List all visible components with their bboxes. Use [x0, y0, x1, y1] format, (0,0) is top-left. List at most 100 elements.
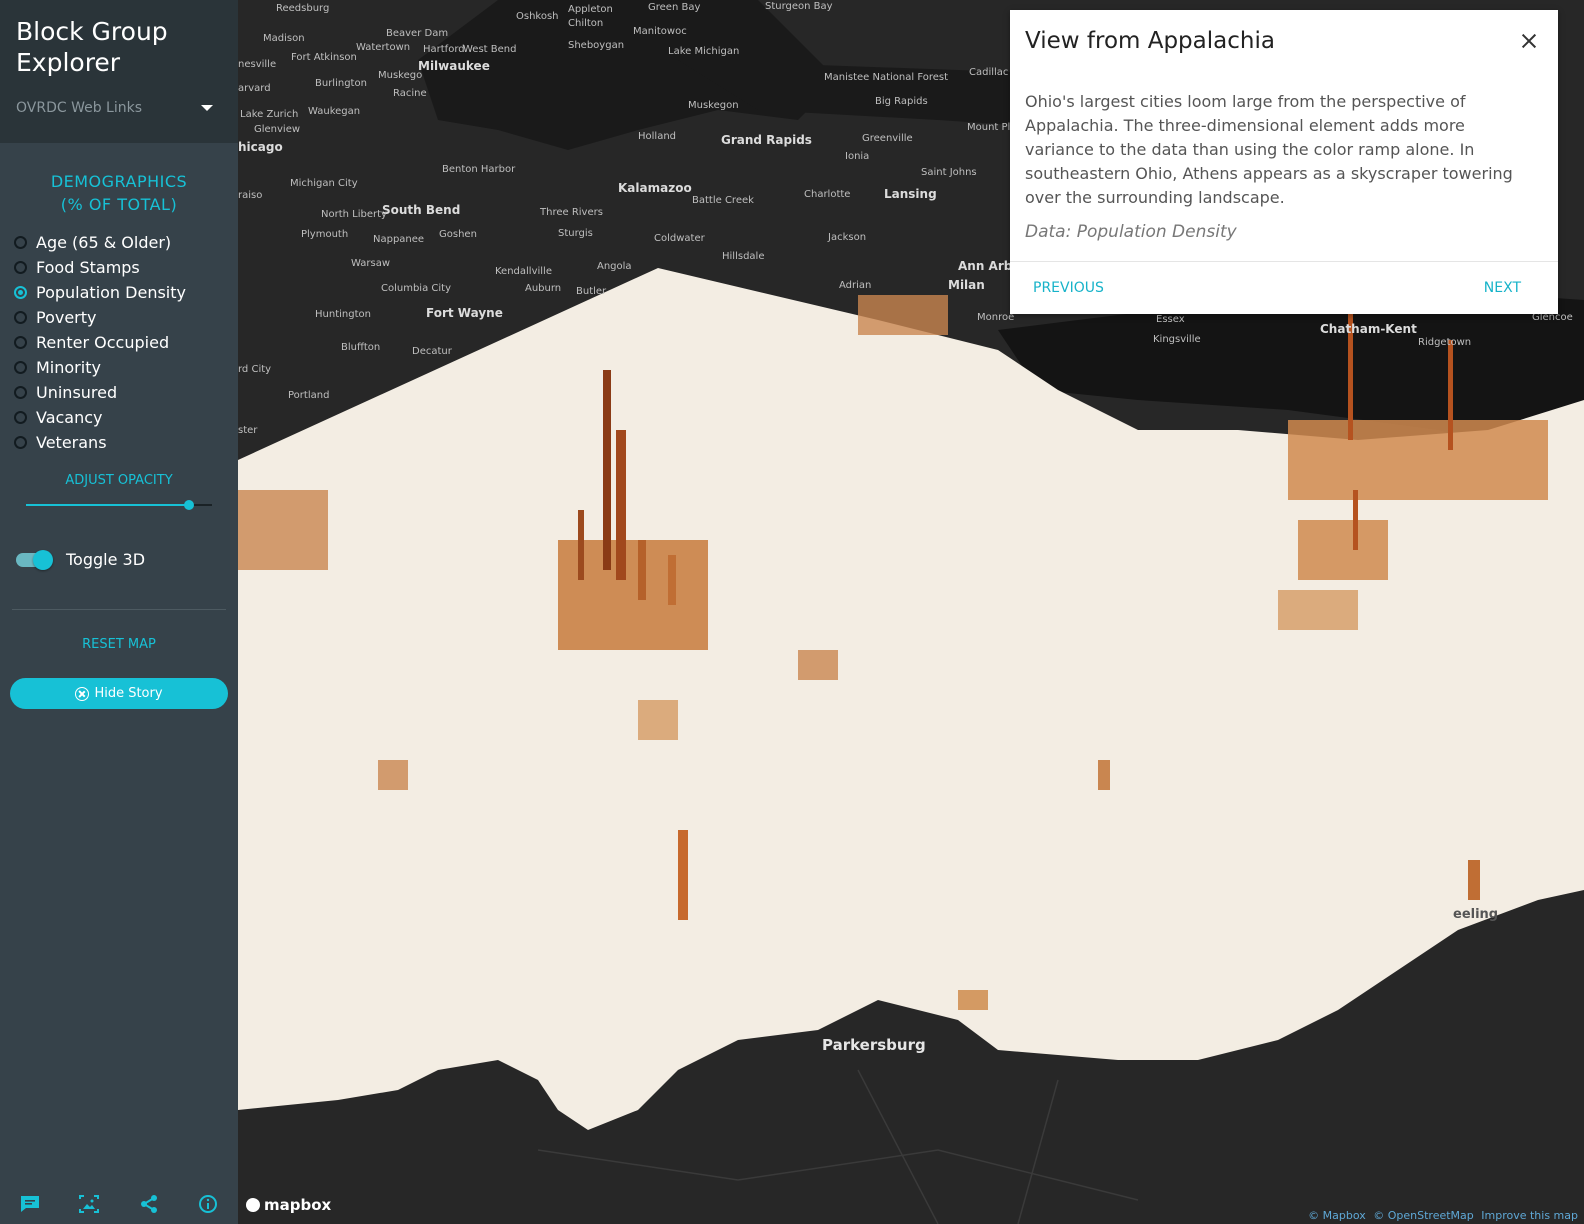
city-label: Burlington: [315, 78, 367, 89]
demographics-title-line1: DEMOGRAPHICS: [50, 172, 188, 191]
city-label: Saint Johns: [921, 167, 977, 178]
close-icon[interactable]: [1520, 32, 1538, 50]
improve-map-link[interactable]: Improve this map: [1481, 1209, 1578, 1222]
radio-label: Uninsured: [36, 383, 118, 402]
toggle-3d-switch[interactable]: [16, 549, 53, 570]
city-label: Waukegan: [308, 106, 361, 117]
weblinks-label: OVRDC Web Links: [16, 100, 143, 116]
city-label: Nappanee: [373, 234, 425, 245]
city-label: Monroe: [977, 312, 1015, 323]
city-label: Green Bay: [648, 2, 701, 13]
radio-button[interactable]: [14, 336, 27, 349]
radio-option-poverty[interactable]: Poverty: [14, 305, 238, 330]
reset-map-button[interactable]: RESET MAP: [0, 637, 238, 652]
radio-label: Vacancy: [36, 408, 103, 427]
mapbox-label: mapbox: [264, 1196, 332, 1214]
city-label: Plymouth: [301, 229, 349, 240]
city-label: Michigan City: [290, 178, 358, 189]
demographics-title: DEMOGRAPHICS (% OF TOTAL): [0, 170, 238, 216]
opacity-slider[interactable]: [26, 500, 212, 510]
radio-button[interactable]: [14, 386, 27, 399]
divider: [1010, 261, 1558, 262]
city-label: Auburn: [525, 283, 562, 294]
radio-label: Poverty: [36, 308, 97, 327]
city-label: Warsaw: [351, 258, 391, 269]
city-label: rd City: [238, 364, 272, 375]
attribution-mapbox-link[interactable]: © Mapbox: [1308, 1209, 1366, 1222]
city-label: Racine: [393, 88, 427, 99]
slider-thumb[interactable]: [184, 500, 194, 510]
next-button[interactable]: NEXT: [1484, 280, 1521, 296]
radio-option-minority[interactable]: Minority: [14, 355, 238, 380]
radio-option-uninsured[interactable]: Uninsured: [14, 380, 238, 405]
city-label: Reedsburg: [276, 3, 330, 14]
city-label: ster: [238, 425, 258, 436]
city-label: Beaver Dam: [386, 28, 449, 39]
radio-label: Age (65 & Older): [36, 233, 172, 252]
radio-button[interactable]: [14, 361, 27, 374]
city-label: Sturgeon Bay: [765, 1, 833, 12]
city-label: Muskegon: [688, 100, 739, 111]
city-label: Goshen: [439, 229, 477, 240]
city-label: Three Rivers: [540, 207, 603, 218]
radio-label: Renter Occupied: [36, 333, 170, 352]
slider-fill: [26, 504, 189, 506]
city-label: raiso: [238, 190, 263, 201]
city-label: nesville: [238, 59, 277, 70]
radio-button[interactable]: [14, 236, 27, 249]
radio-button[interactable]: [14, 261, 27, 274]
sidebar: Block Group Explorer OVRDC Web Links DEM…: [0, 0, 238, 1224]
city-label: Milan: [948, 278, 985, 292]
city-label: South Bend: [382, 203, 461, 217]
app-title: Block Group Explorer: [16, 17, 168, 77]
city-label: Greenville: [862, 133, 913, 144]
city-label: Fort Wayne: [426, 306, 503, 320]
radio-option-veterans[interactable]: Veterans: [14, 430, 238, 455]
city-label: Battle Creek: [692, 195, 754, 206]
city-label: eeling: [1453, 907, 1499, 922]
city-label: Jackson: [828, 232, 867, 243]
radio-option-vacancy[interactable]: Vacancy: [14, 405, 238, 430]
city-label: Decatur: [412, 346, 452, 357]
city-label: Cadillac: [969, 67, 1009, 78]
radio-option-population-density[interactable]: Population Density: [14, 280, 238, 305]
toggle-3d-row: Toggle 3D: [0, 549, 238, 570]
city-label: Milwaukee: [418, 59, 490, 73]
info-icon[interactable]: [197, 1194, 219, 1214]
sidebar-bottom-toolbar: [0, 1184, 238, 1224]
hide-story-button[interactable]: Hide Story: [10, 678, 228, 709]
radio-option-food-stamps[interactable]: Food Stamps: [14, 255, 238, 280]
city-label: Manistee National Forest: [824, 72, 949, 83]
city-label: Angola: [597, 261, 632, 272]
mapbox-icon: [246, 1198, 260, 1212]
attribution-osm-link[interactable]: © OpenStreetMap: [1373, 1209, 1474, 1222]
radio-button[interactable]: [14, 286, 27, 299]
city-label: Benton Harbor: [442, 164, 516, 175]
image-icon[interactable]: [78, 1194, 100, 1214]
chat-icon[interactable]: [19, 1194, 41, 1214]
city-label: Butler: [576, 286, 607, 297]
city-label: Muskego: [378, 70, 423, 81]
hide-story-label: Hide Story: [94, 686, 163, 701]
city-label: Glenview: [254, 124, 301, 135]
weblinks-dropdown[interactable]: OVRDC Web Links: [16, 100, 222, 116]
radio-option-renter-occupied[interactable]: Renter Occupied: [14, 330, 238, 355]
story-body: Ohio's largest cities loom large from th…: [1025, 92, 1513, 207]
radio-label: Food Stamps: [36, 258, 140, 277]
city-label: Ridgetown: [1418, 337, 1472, 348]
mapbox-logo[interactable]: mapbox: [246, 1196, 331, 1214]
toggle-knob[interactable]: [33, 549, 53, 570]
share-icon[interactable]: [138, 1194, 160, 1214]
city-label: Essex: [1156, 314, 1185, 325]
radio-button[interactable]: [14, 436, 27, 449]
chevron-down-icon: [201, 105, 213, 111]
map-attribution: © Mapbox © OpenStreetMap Improve this ma…: [1298, 1207, 1584, 1224]
radio-option-age[interactable]: Age (65 & Older): [14, 230, 238, 255]
radio-label: Veterans: [36, 433, 107, 452]
radio-button[interactable]: [14, 411, 27, 424]
city-label: Fort Atkinson: [291, 52, 357, 63]
radio-button[interactable]: [14, 311, 27, 324]
previous-button[interactable]: PREVIOUS: [1033, 280, 1104, 296]
city-label: Madison: [263, 33, 305, 44]
demographics-radio-group: Age (65 & Older) Food Stamps Population …: [0, 230, 238, 455]
